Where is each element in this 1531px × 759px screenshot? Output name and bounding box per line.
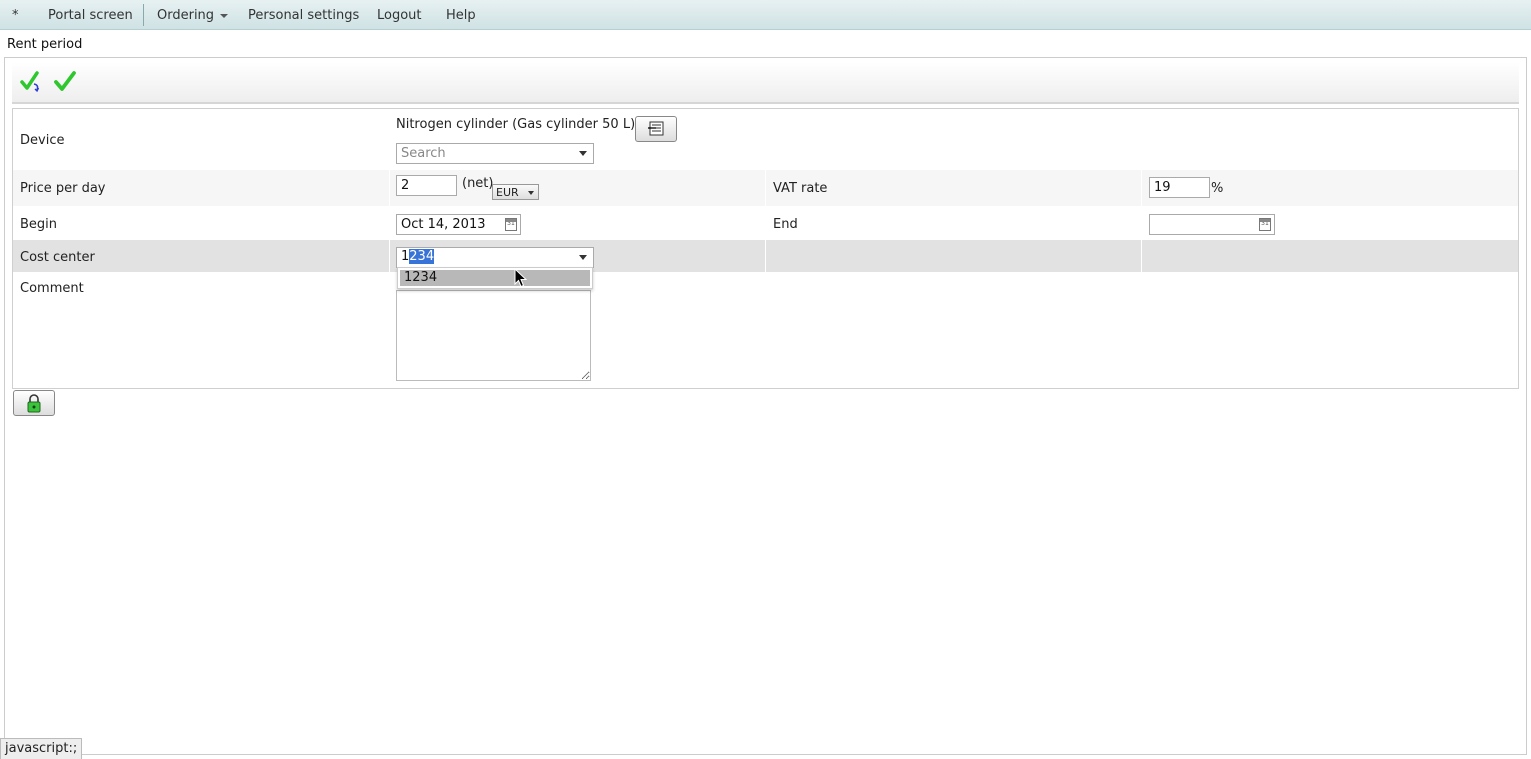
calendar-icon[interactable]: 31 bbox=[505, 218, 517, 231]
cost-center-combo[interactable]: 1234 bbox=[396, 247, 594, 268]
vat-unit: % bbox=[1211, 181, 1224, 196]
menu-ordering-label: Ordering bbox=[157, 8, 215, 23]
device-value: Nitrogen cylinder (Gas cylinder 50 L) bbox=[396, 117, 636, 132]
padlock-icon bbox=[27, 394, 41, 413]
chevron-down-icon bbox=[220, 13, 229, 18]
net-label: (net) bbox=[462, 176, 494, 191]
cost-center-dropdown: 1234 bbox=[397, 267, 593, 289]
chevron-down-icon bbox=[579, 151, 587, 156]
begin-label: Begin bbox=[20, 217, 58, 232]
lock-button[interactable] bbox=[13, 390, 55, 416]
begin-date-input[interactable]: Oct 14, 2013 31 bbox=[396, 214, 521, 235]
form-row-device: Device Nitrogen cylinder (Gas cylinder 5… bbox=[13, 109, 1518, 170]
calendar-icon[interactable]: 31 bbox=[1259, 218, 1271, 231]
panel-title: Rent period bbox=[7, 37, 83, 52]
form-row-comment: Comment bbox=[13, 272, 1518, 387]
save-and-return-button[interactable] bbox=[20, 70, 44, 94]
menu-ordering[interactable]: Ordering bbox=[157, 8, 229, 23]
form-row-dates: Begin Oct 14, 2013 31 End 31 bbox=[13, 206, 1518, 240]
status-bar: javascript:; bbox=[0, 738, 83, 759]
end-date-input[interactable]: 31 bbox=[1149, 214, 1275, 235]
menu-personal-settings[interactable]: Personal settings bbox=[248, 8, 359, 23]
device-details-button[interactable] bbox=[635, 116, 677, 142]
menu-separator bbox=[143, 4, 144, 26]
cost-center-label: Cost center bbox=[20, 250, 95, 265]
check-with-arrow-icon bbox=[20, 71, 40, 93]
vat-rate-label: VAT rate bbox=[773, 181, 828, 196]
toolbar bbox=[12, 62, 1519, 104]
menubar: * Portal screen Ordering Personal settin… bbox=[0, 0, 1531, 30]
device-label: Device bbox=[20, 133, 65, 148]
comment-textarea[interactable] bbox=[396, 290, 591, 381]
vat-rate-input[interactable] bbox=[1149, 177, 1210, 198]
mouse-cursor-icon bbox=[514, 268, 528, 288]
end-label: End bbox=[773, 217, 798, 232]
menu-logout[interactable]: Logout bbox=[377, 8, 422, 23]
cost-center-autocomplete: 234 bbox=[409, 249, 435, 264]
begin-date-value: Oct 14, 2013 bbox=[401, 217, 486, 232]
device-search-combo[interactable]: Search bbox=[396, 143, 594, 164]
price-per-day-input[interactable] bbox=[396, 175, 457, 196]
check-icon bbox=[54, 71, 76, 91]
currency-select[interactable]: EUR bbox=[492, 184, 539, 200]
menu-star[interactable]: * bbox=[12, 8, 19, 23]
chevron-down-icon bbox=[528, 191, 534, 195]
device-search-placeholder: Search bbox=[401, 146, 446, 161]
price-per-day-label: Price per day bbox=[20, 181, 106, 196]
form-row-price: Price per day (net) EUR VAT rate % bbox=[13, 170, 1518, 206]
menu-portal-screen[interactable]: Portal screen bbox=[48, 8, 133, 23]
form-row-cost-center: Cost center 1234 bbox=[13, 240, 1518, 272]
details-list-icon bbox=[648, 121, 664, 136]
chevron-down-icon[interactable] bbox=[579, 255, 587, 260]
cost-center-option[interactable]: 1234 bbox=[400, 270, 590, 286]
save-button[interactable] bbox=[53, 70, 77, 94]
currency-value: EUR bbox=[496, 186, 519, 199]
comment-label: Comment bbox=[20, 281, 84, 296]
menu-help[interactable]: Help bbox=[446, 8, 476, 23]
